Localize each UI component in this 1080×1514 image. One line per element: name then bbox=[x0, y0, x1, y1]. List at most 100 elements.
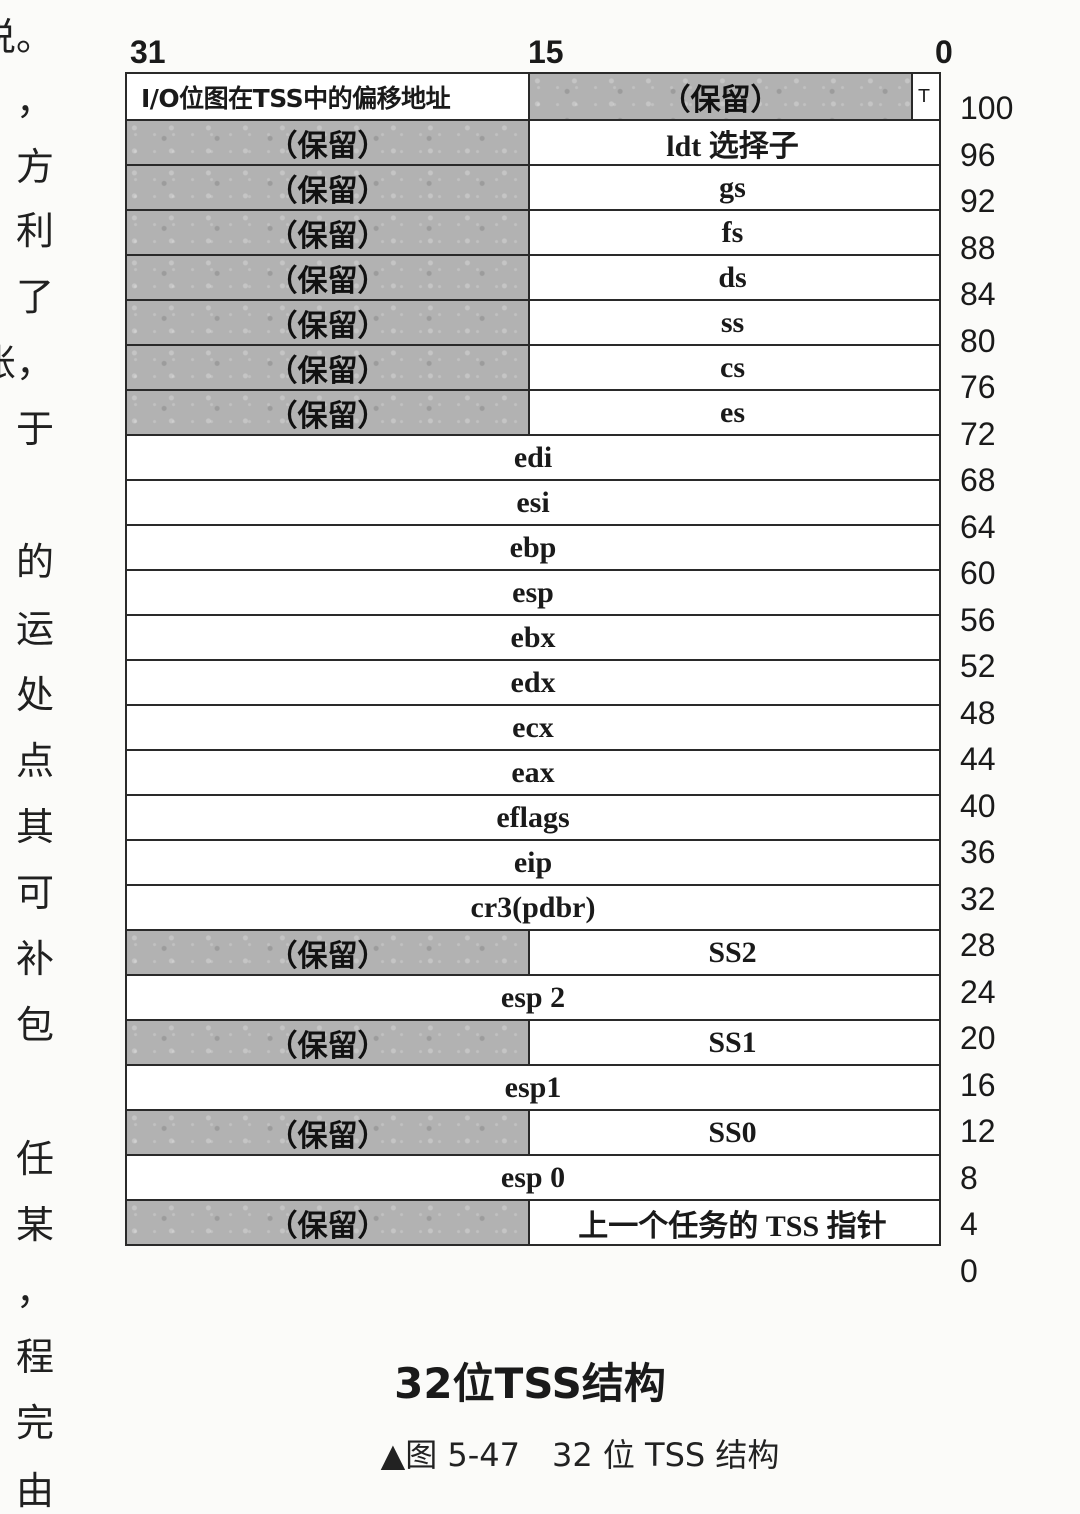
register-cell: esp 0 bbox=[127, 1156, 939, 1199]
byte-offset-label: 72 bbox=[960, 415, 996, 452]
margin-text-fragment: ， bbox=[15, 1269, 54, 1313]
reserved-cell: （保留） bbox=[127, 1021, 530, 1064]
margin-text-fragment: 于 bbox=[15, 407, 54, 451]
margin-text-fragment: 可 bbox=[15, 871, 54, 915]
tss-row: （保留） 上一个任务的 TSS 指针 bbox=[127, 1199, 939, 1244]
tss-row: （保留） ds bbox=[127, 254, 939, 299]
byte-offset-label: 24 bbox=[960, 973, 996, 1010]
figure-title: 32位TSS结构 bbox=[394, 1359, 666, 1408]
left-margin-text: 说。，方利了账，于的运处点其可补包任某，程完由 bbox=[0, 0, 60, 1514]
margin-text-fragment: 任 bbox=[15, 1137, 54, 1181]
figure-caption: ▲图 5-47 32 位 TSS 结构 bbox=[380, 1436, 780, 1474]
margin-text-fragment: 的 bbox=[15, 540, 54, 584]
tss-row: esp 2 bbox=[127, 974, 939, 1019]
register-cell: es bbox=[530, 391, 935, 434]
margin-text-fragment: 了 bbox=[15, 275, 54, 319]
margin-text-fragment: 由 bbox=[15, 1469, 54, 1513]
reserved-cell: （保留） bbox=[127, 1201, 530, 1244]
byte-offset-label: 64 bbox=[960, 508, 996, 545]
register-cell: esp bbox=[127, 571, 939, 614]
register-cell: esp 2 bbox=[127, 976, 939, 1019]
byte-offset-label: 32 bbox=[960, 880, 996, 917]
byte-offset-label: 4 bbox=[960, 1206, 978, 1242]
low-half-split: （保留） T bbox=[530, 74, 935, 119]
reserved-cell: （保留） bbox=[127, 166, 530, 209]
tss-row: ebx bbox=[127, 614, 939, 659]
register-cell: eax bbox=[127, 751, 939, 794]
byte-offset-label: 60 bbox=[960, 555, 996, 591]
tss-row: （保留） SS2 bbox=[127, 929, 939, 974]
tss-row: （保留） SS1 bbox=[127, 1019, 939, 1064]
register-cell: ebp bbox=[127, 526, 939, 569]
byte-offset-label: 100 bbox=[960, 90, 1014, 126]
reserved-cell: （保留） bbox=[127, 931, 530, 974]
tss-row: esi bbox=[127, 479, 939, 524]
reserved-cell: （保留） bbox=[530, 74, 911, 119]
byte-offset-label: 44 bbox=[960, 741, 996, 777]
margin-text-fragment: 其 bbox=[15, 805, 54, 849]
byte-offset-label: 68 bbox=[960, 462, 996, 498]
margin-text-fragment: 包 bbox=[15, 1003, 54, 1047]
margin-text-fragment: 运 bbox=[15, 607, 54, 651]
register-cell: ds bbox=[530, 256, 935, 299]
register-cell: edi bbox=[127, 436, 939, 479]
byte-offset-label: 48 bbox=[960, 694, 996, 731]
register-cell: gs bbox=[530, 166, 935, 209]
byte-offset-label: 52 bbox=[960, 648, 996, 684]
byte-offset-label: 56 bbox=[960, 601, 996, 638]
tss-row: eip bbox=[127, 839, 939, 884]
tss-row: （保留） gs bbox=[127, 164, 939, 209]
tss-row: cr3(pdbr) bbox=[127, 884, 939, 929]
byte-offset-label: 16 bbox=[960, 1066, 996, 1103]
register-cell: cr3(pdbr) bbox=[127, 886, 939, 929]
tss-row: （保留） ss bbox=[127, 299, 939, 344]
reserved-cell: （保留） bbox=[127, 391, 530, 434]
bit-label-31: 31 bbox=[130, 34, 166, 70]
register-cell: ebx bbox=[127, 616, 939, 659]
register-cell: eflags bbox=[127, 796, 939, 839]
bit-label-0: 0 bbox=[935, 34, 953, 70]
bit-label-15: 15 bbox=[528, 34, 564, 70]
reserved-cell: （保留） bbox=[127, 256, 530, 299]
tss-row: esp1 bbox=[127, 1064, 939, 1109]
byte-offset-label: 28 bbox=[960, 927, 996, 963]
tss-row: （保留） SS0 bbox=[127, 1109, 939, 1154]
byte-offset-label: 80 bbox=[960, 322, 996, 359]
reserved-cell: （保留） bbox=[127, 121, 530, 164]
byte-offset-label: 84 bbox=[960, 276, 996, 312]
register-cell: ecx bbox=[127, 706, 939, 749]
register-cell: edx bbox=[127, 661, 939, 704]
byte-offset-label: 12 bbox=[960, 1113, 996, 1149]
byte-offset-label: 96 bbox=[960, 136, 996, 173]
register-cell: ss bbox=[530, 301, 935, 344]
margin-text-fragment: 点 bbox=[15, 739, 54, 783]
tss-row: ecx bbox=[127, 704, 939, 749]
reserved-cell: （保留） bbox=[127, 301, 530, 344]
byte-offset-label: 92 bbox=[960, 183, 996, 219]
register-cell: SS2 bbox=[530, 931, 935, 974]
tss-row: edx bbox=[127, 659, 939, 704]
margin-text-fragment: 补 bbox=[15, 937, 54, 981]
tss-structure-table: I/O位图在TSS中的偏移地址 （保留） T （保留） ldt 选择子 （保留） gs （保留… bbox=[125, 72, 941, 1246]
tss-row: edi bbox=[127, 434, 939, 479]
tss-row: （保留） cs bbox=[127, 344, 939, 389]
byte-offset-label: 0 bbox=[960, 1252, 978, 1289]
t-bit-cell: T bbox=[911, 74, 935, 119]
byte-offset-label: 76 bbox=[960, 369, 996, 405]
register-cell: SS0 bbox=[530, 1111, 935, 1154]
register-cell: 上一个任务的 TSS 指针 bbox=[530, 1201, 935, 1244]
io-bitmap-offset-cell: I/O位图在TSS中的偏移地址 bbox=[127, 74, 530, 119]
tss-row: I/O位图在TSS中的偏移地址 （保留） T bbox=[127, 74, 939, 119]
tss-row: （保留） fs bbox=[127, 209, 939, 254]
byte-offset-label: 20 bbox=[960, 1020, 996, 1056]
byte-offset-label: 40 bbox=[960, 787, 996, 824]
tss-row: （保留） ldt 选择子 bbox=[127, 119, 939, 164]
register-cell: cs bbox=[530, 346, 935, 389]
register-cell: SS1 bbox=[530, 1021, 935, 1064]
tss-row: eax bbox=[127, 749, 939, 794]
tss-row: （保留） es bbox=[127, 389, 939, 434]
reserved-cell: （保留） bbox=[127, 346, 530, 389]
byte-offset-label: 36 bbox=[960, 834, 996, 870]
register-cell: fs bbox=[530, 211, 935, 254]
register-cell: esi bbox=[127, 481, 939, 524]
